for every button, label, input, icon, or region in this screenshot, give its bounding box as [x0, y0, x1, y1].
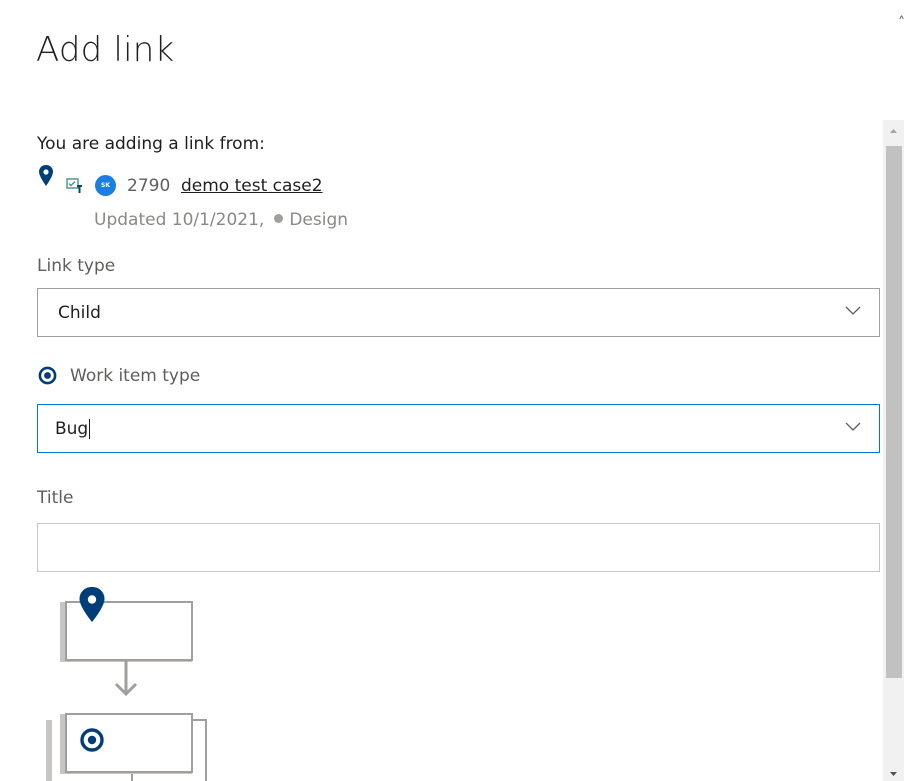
work-item-state: Design	[289, 210, 349, 230]
scrollbar-thumb[interactable]	[886, 146, 902, 678]
work-item-type-label: Work item type	[70, 366, 201, 386]
child-card-stack	[46, 713, 207, 781]
work-item-type-dropdown[interactable]: Bug	[37, 404, 880, 453]
dialog-title: Add link	[36, 30, 175, 70]
link-type-dropdown[interactable]: Child	[37, 288, 880, 337]
link-from-label: You are adding a link from:	[37, 134, 265, 154]
state-dot-icon	[274, 213, 284, 223]
title-input[interactable]	[37, 523, 880, 572]
work-item-id: 2790	[127, 176, 171, 196]
target-icon	[38, 366, 57, 385]
work-item-meta: Updated 10/1/2021, Design	[94, 210, 348, 230]
map-pin-icon	[39, 165, 53, 186]
parent-card	[60, 601, 193, 662]
test-case-icon	[66, 178, 82, 193]
text-caret	[89, 418, 91, 439]
link-type-value: Child	[58, 302, 101, 323]
add-link-dialog: Add link ˄ You are adding a link from: S…	[0, 0, 904, 781]
link-diagram	[46, 587, 207, 781]
link-type-label: Link type	[37, 256, 116, 276]
updated-date: Updated 10/1/2021,	[94, 210, 265, 230]
scroll-down-arrow-icon[interactable]	[883, 767, 904, 781]
collapse-icon[interactable]: ˄	[898, 16, 904, 30]
avatar: SK	[95, 175, 116, 196]
title-label: Title	[37, 488, 74, 508]
vertical-scrollbar[interactable]	[883, 120, 904, 781]
work-item-title-link[interactable]: demo test case2	[181, 176, 323, 196]
work-item-type-value: Bug	[55, 418, 89, 439]
chevron-down-icon	[845, 306, 861, 315]
scroll-up-arrow-icon[interactable]	[883, 120, 904, 141]
dialog-content: You are adding a link from: SK 2790 demo…	[0, 120, 883, 781]
chevron-down-icon	[845, 422, 861, 431]
arrow-down-icon	[114, 660, 138, 697]
